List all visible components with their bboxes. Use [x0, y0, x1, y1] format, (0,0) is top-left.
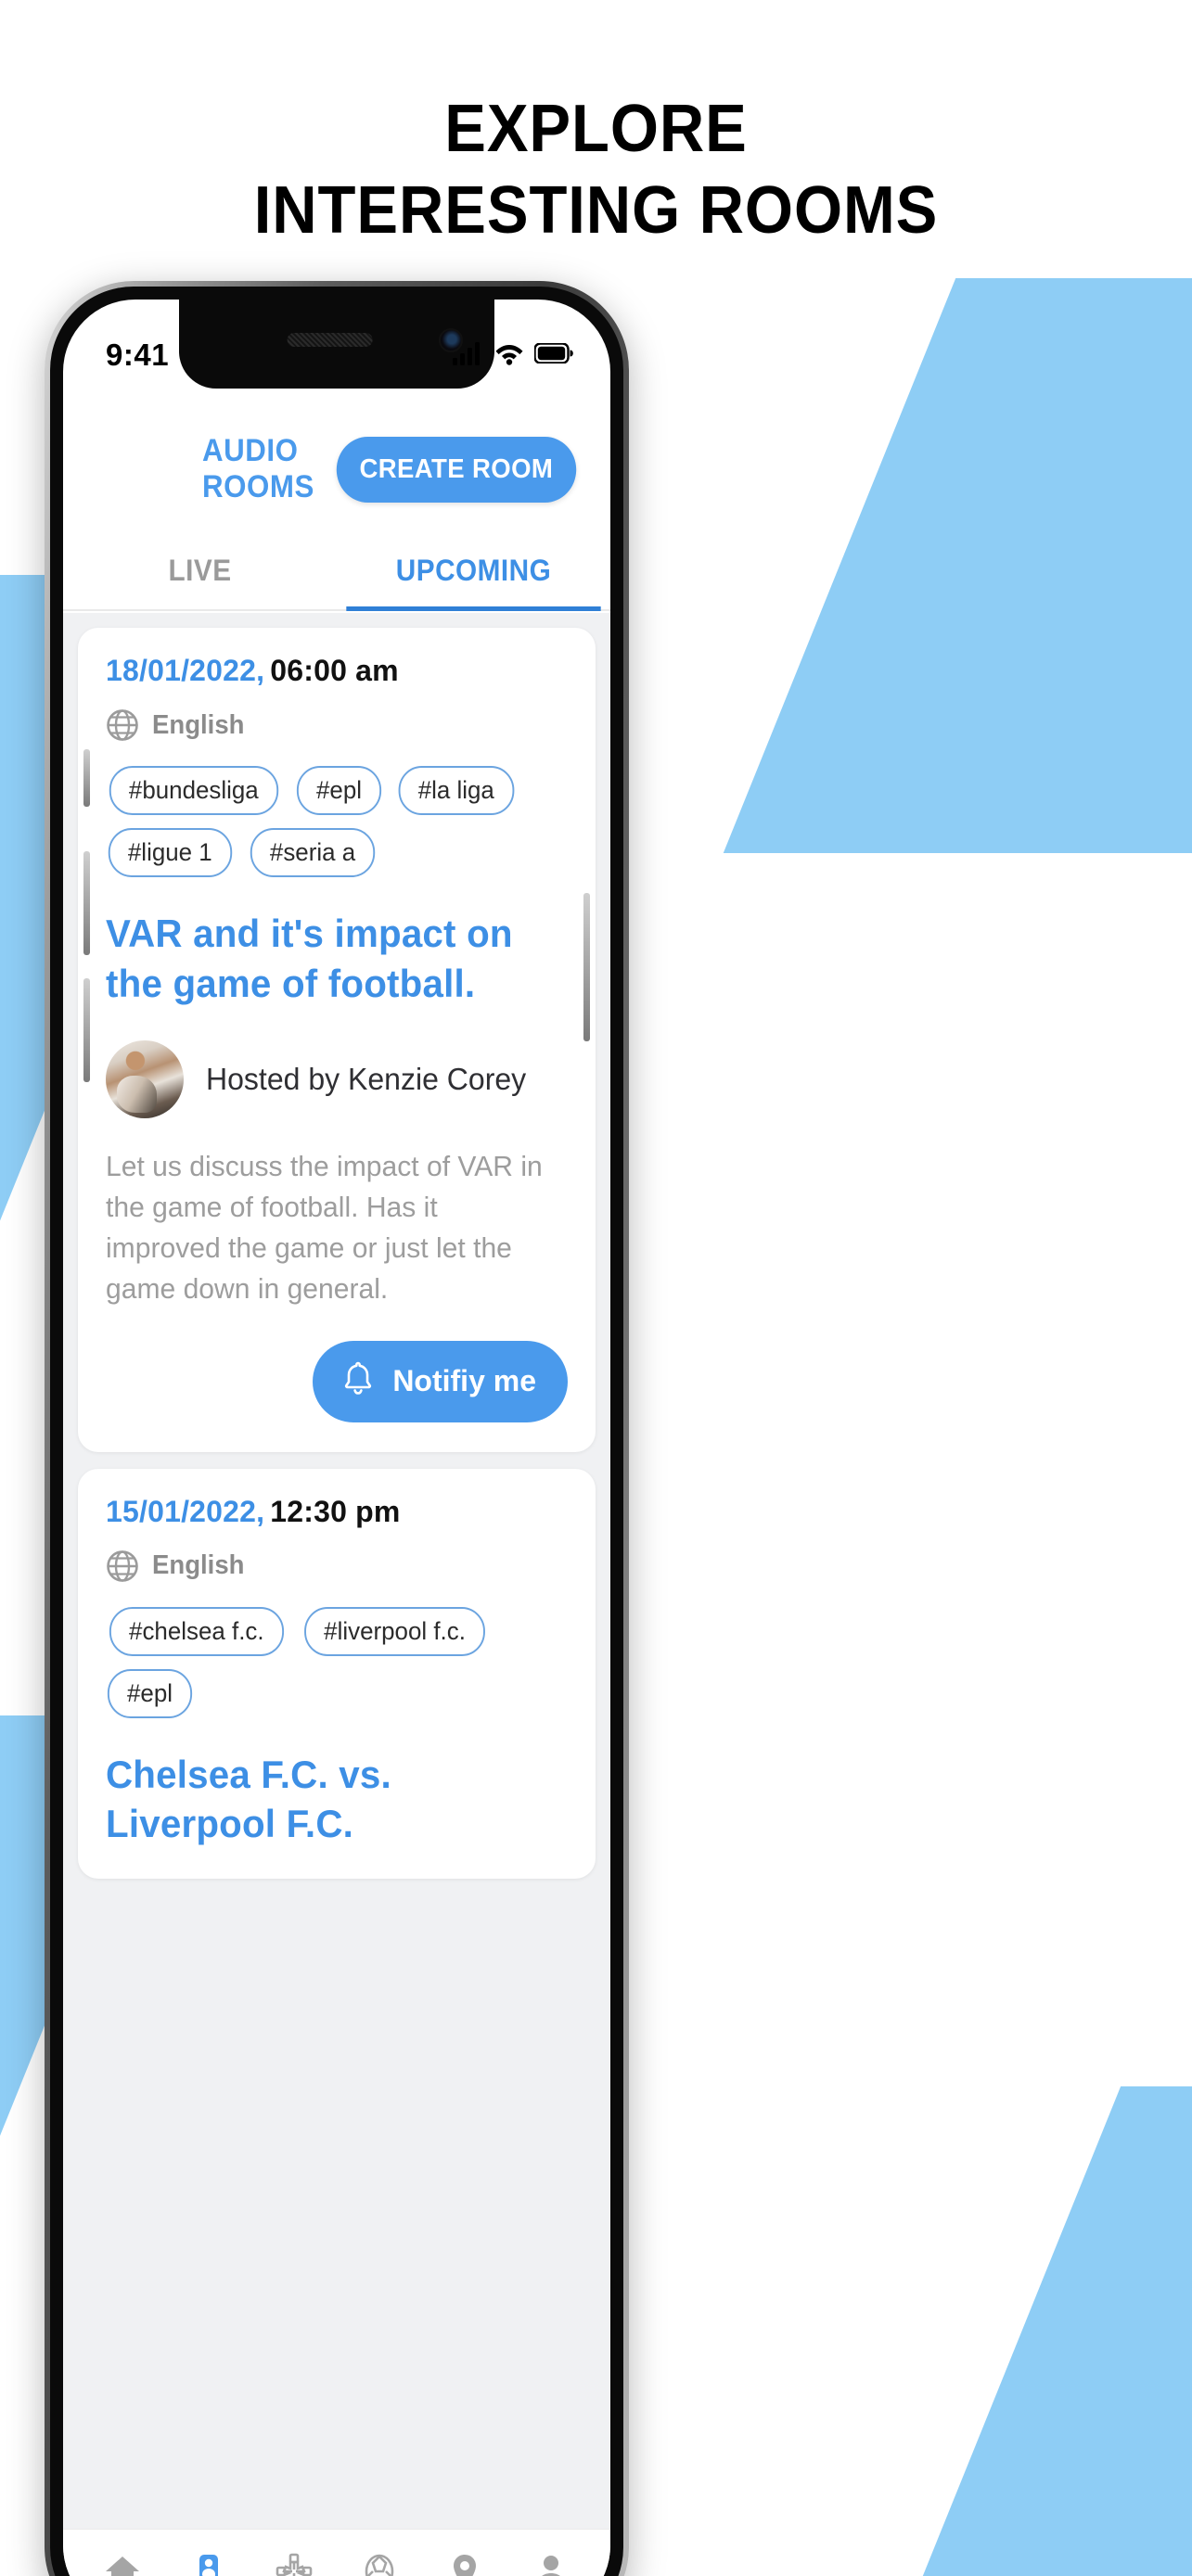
phone-mute-switch[interactable]: [83, 749, 90, 807]
phone-power-button[interactable]: [583, 893, 590, 1041]
gamepad-icon: [274, 2551, 314, 2576]
background-diagonal-right-bottom: [910, 2086, 1192, 2576]
promo-headline: EXPLORE INTERESTING ROOMS: [0, 89, 1192, 252]
room-language-row: English: [106, 1549, 568, 1583]
nav-location[interactable]: [430, 2540, 499, 2576]
room-tag[interactable]: #liverpool f.c.: [303, 1606, 485, 1656]
room-tag[interactable]: #chelsea f.c.: [109, 1606, 284, 1656]
profile-icon: [531, 2551, 571, 2576]
status-bar-time: 9:41: [106, 338, 170, 372]
room-tag[interactable]: #bundesliga: [109, 766, 278, 815]
notify-me-label: Notifiy me: [392, 1364, 536, 1398]
audio-room-icon: [187, 2551, 228, 2576]
phone-screen: 9:41 AUDIO ROOMS CREATE ROOM LIVE UPCOMI…: [63, 300, 610, 2576]
room-language: English: [152, 709, 245, 740]
room-date: 15/01/2022,: [106, 1494, 265, 1528]
status-bar-icons: [453, 341, 573, 370]
room-title[interactable]: Chelsea F.C. vs. Liverpool F.C.: [106, 1750, 549, 1850]
tab-bar: LIVE UPCOMING: [63, 531, 610, 611]
app-header: AUDIO ROOMS CREATE ROOM: [63, 400, 610, 539]
location-pin-icon: [444, 2551, 485, 2576]
nav-home[interactable]: [88, 2540, 157, 2576]
room-tag[interactable]: #ligue 1: [108, 828, 232, 877]
phone-mockup: 9:41 AUDIO ROOMS CREATE ROOM LIVE UPCOMI…: [45, 281, 629, 2576]
bottom-navigation: [63, 2529, 610, 2576]
battery-icon: [533, 341, 573, 368]
tab-live[interactable]: LIVE: [72, 531, 327, 609]
room-host-row: Hosted by Kenzie Corey: [106, 1039, 568, 1118]
wifi-icon: [494, 341, 524, 370]
room-card[interactable]: 15/01/2022, 12:30 pm English #chelsea f.c…: [78, 1468, 596, 1880]
status-bar: 9:41: [63, 300, 610, 389]
globe-icon: [106, 1549, 139, 1583]
room-tag[interactable]: #seria a: [250, 828, 375, 877]
room-description: Let us discuss the impact of VAR in the …: [106, 1149, 543, 1305]
create-room-button[interactable]: CREATE ROOM: [337, 436, 577, 503]
home-icon: [102, 2551, 143, 2576]
room-list[interactable]: 18/01/2022, 06:00 am English #bundesliga …: [63, 613, 610, 2529]
room-host-name: Hosted by Kenzie Corey: [206, 1061, 527, 1096]
room-tag[interactable]: #epl: [296, 766, 381, 815]
room-language-row: English: [106, 708, 568, 742]
room-tag-list: #chelsea f.c. #liverpool f.c. #epl: [106, 1606, 568, 1718]
room-datetime: 18/01/2022, 06:00 am: [106, 654, 568, 688]
room-time: 12:30 pm: [270, 1494, 401, 1528]
cellular-signal-icon: [453, 341, 484, 370]
promo-headline-line-1: EXPLORE: [444, 92, 748, 166]
phone-volume-down-button[interactable]: [83, 978, 90, 1082]
room-date: 18/01/2022,: [106, 654, 265, 687]
nav-games[interactable]: [260, 2540, 328, 2576]
nav-audio-rooms[interactable]: [173, 2540, 242, 2576]
tab-upcoming[interactable]: UPCOMING: [346, 531, 601, 611]
app-title: AUDIO ROOMS: [202, 433, 314, 504]
football-icon: [359, 2551, 400, 2576]
phone-volume-up-button[interactable]: [83, 851, 90, 955]
room-title[interactable]: VAR and it's impact on the game of footb…: [106, 909, 549, 1009]
room-tag[interactable]: #epl: [107, 1668, 193, 1718]
bell-icon: [340, 1359, 376, 1404]
room-language: English: [152, 1550, 245, 1581]
promo-headline-line-2: INTERESTING ROOMS: [253, 172, 939, 248]
room-tag-list: #bundesliga #epl #la liga #ligue 1 #seri…: [106, 766, 568, 877]
background-diagonal-right-top: [723, 278, 1192, 853]
promo-screenshot: EXPLORE INTERESTING ROOMS 9:41 AUDIO ROO…: [0, 0, 1192, 2576]
nav-football[interactable]: [345, 2540, 414, 2576]
avatar[interactable]: [106, 1039, 184, 1118]
nav-profile[interactable]: [517, 2540, 585, 2576]
phone-bezel: 9:41 AUDIO ROOMS CREATE ROOM LIVE UPCOMI…: [50, 287, 623, 2576]
notify-me-button[interactable]: Notifiy me: [313, 1340, 568, 1422]
room-datetime: 15/01/2022, 12:30 pm: [106, 1495, 568, 1529]
room-tag[interactable]: #la liga: [398, 766, 514, 815]
room-actions: Notifiy me: [106, 1340, 568, 1422]
room-time: 06:00 am: [270, 654, 399, 687]
room-card[interactable]: 18/01/2022, 06:00 am English #bundesliga …: [78, 628, 596, 1452]
globe-icon: [106, 708, 139, 742]
